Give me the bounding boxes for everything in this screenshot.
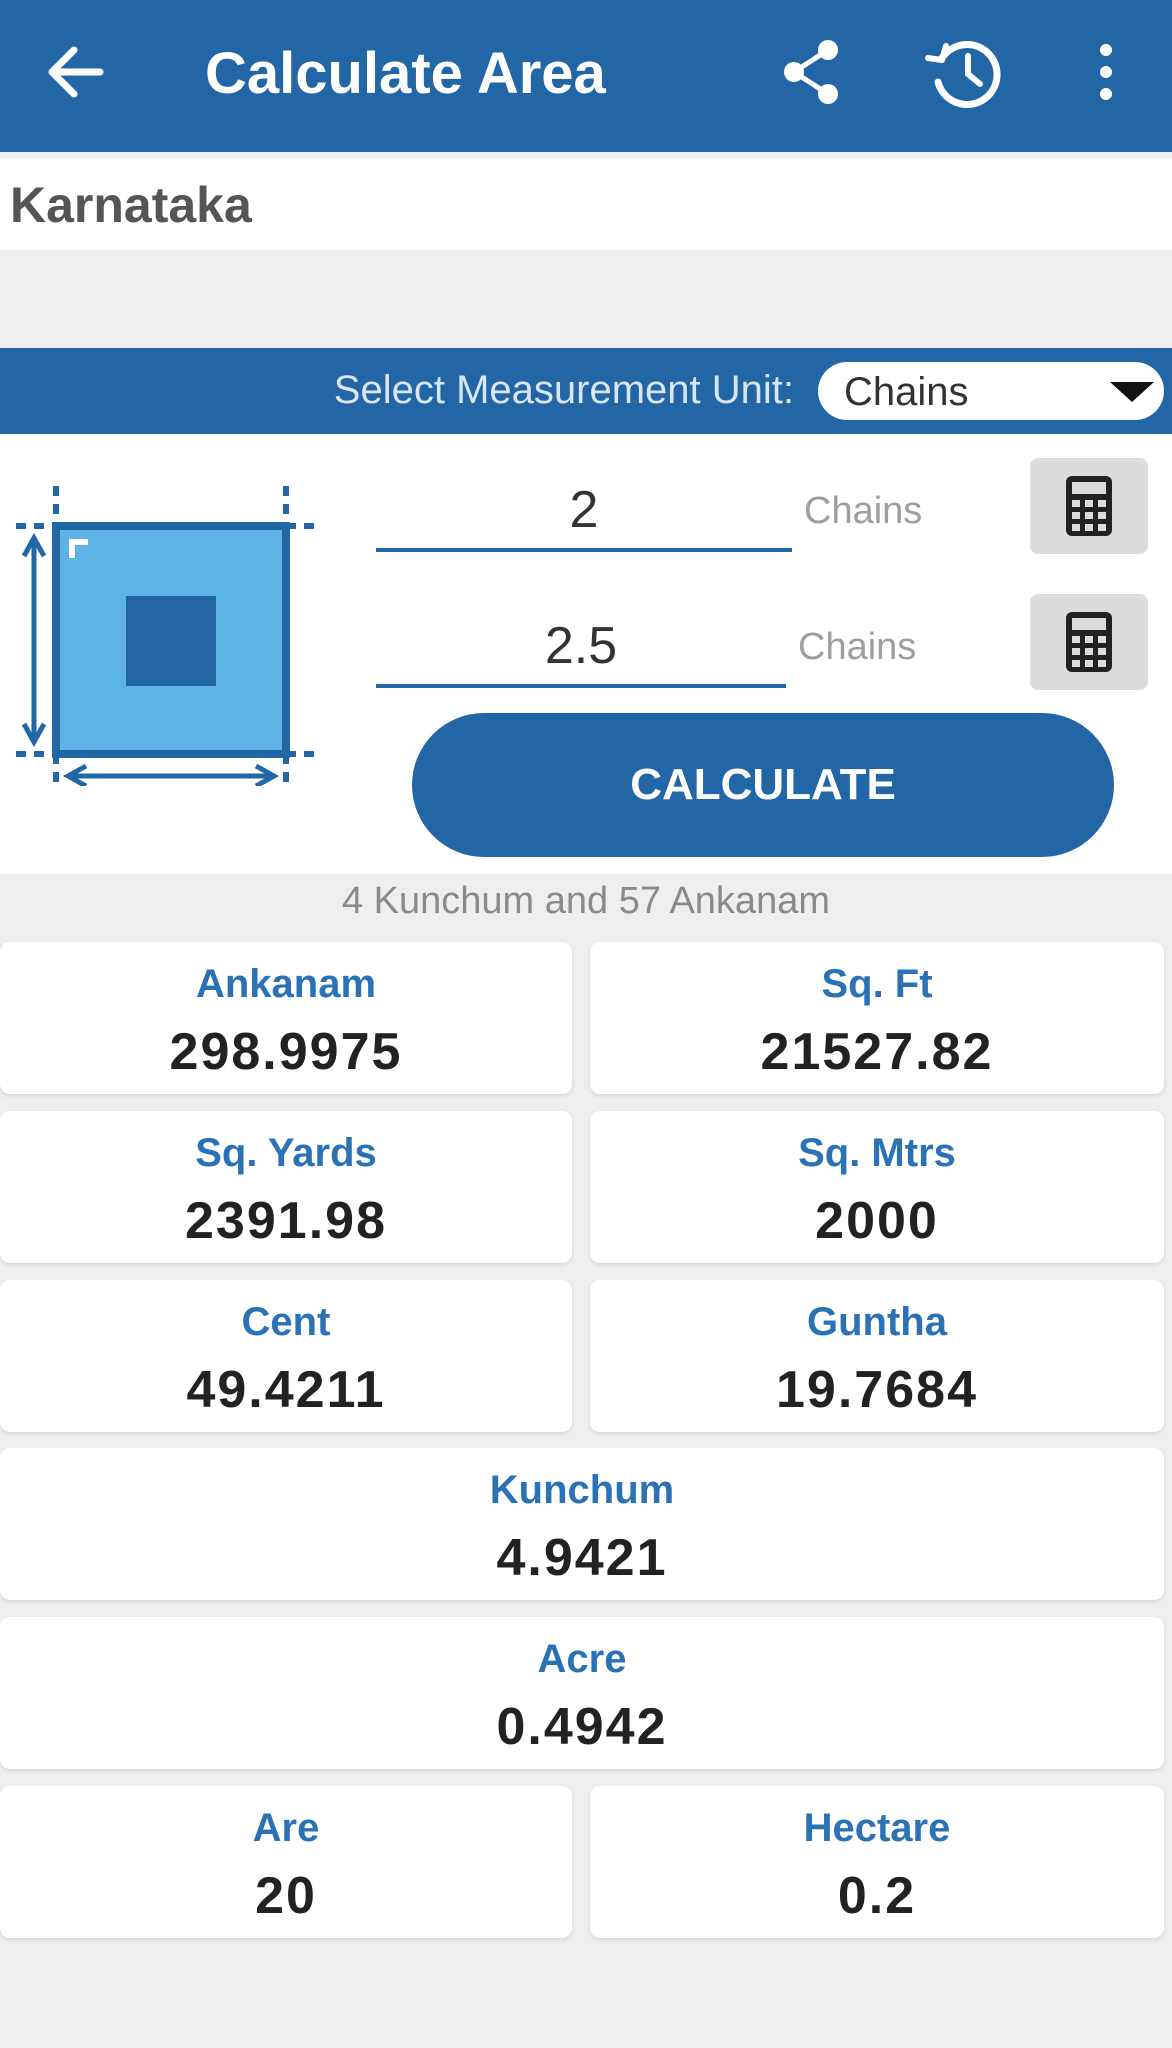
result-card-are: Are 20 xyxy=(0,1786,572,1938)
result-value: 2000 xyxy=(815,1192,939,1250)
result-card-cent: Cent 49.4211 xyxy=(0,1280,572,1432)
result-value: 0.4942 xyxy=(496,1698,668,1756)
app-bar: Calculate Area xyxy=(0,0,1172,152)
share-icon[interactable] xyxy=(776,36,848,108)
unit-dropdown[interactable]: Chains xyxy=(818,362,1164,420)
state-selector[interactable]: Karnataka xyxy=(0,158,1172,250)
state-label: Karnataka xyxy=(10,177,252,233)
width-calculator-button[interactable] xyxy=(1030,594,1148,690)
calculator-icon xyxy=(1064,474,1114,538)
length-input-underline xyxy=(376,548,792,552)
result-value: 19.7684 xyxy=(776,1361,978,1419)
width-input-underline xyxy=(376,684,786,688)
length-input[interactable]: 2 xyxy=(378,480,790,540)
result-card-guntha: Guntha 19.7684 xyxy=(590,1280,1164,1432)
dropdown-arrow-icon xyxy=(1110,382,1154,402)
width-input[interactable]: 2.5 xyxy=(378,616,784,676)
unit-label: Select Measurement Unit: xyxy=(333,368,794,412)
result-label: Sq. Mtrs xyxy=(798,1131,956,1175)
result-card-hectare: Hectare 0.2 xyxy=(590,1786,1164,1938)
result-card-sqft: Sq. Ft 21527.82 xyxy=(590,942,1164,1094)
more-vert-icon[interactable] xyxy=(1086,36,1126,108)
unit-dropdown-value: Chains xyxy=(844,370,969,414)
result-value: 2391.98 xyxy=(185,1192,387,1250)
result-value: 49.4211 xyxy=(186,1361,386,1419)
calculate-button[interactable]: CALCULATE xyxy=(412,713,1114,857)
rectangle-dimension-icon xyxy=(16,486,326,789)
result-label: Kunchum xyxy=(489,1468,675,1512)
result-card-kunchum: Kunchum 4.9421 xyxy=(0,1448,1164,1600)
result-value: 20 xyxy=(255,1867,317,1925)
result-card-acre: Acre 0.4942 xyxy=(0,1617,1164,1769)
result-label: Are xyxy=(252,1806,320,1850)
result-value: 21527.82 xyxy=(760,1023,994,1081)
result-label: Sq. Ft xyxy=(821,962,933,1006)
result-value: 0.2 xyxy=(837,1867,917,1925)
result-value: 4.9421 xyxy=(496,1529,668,1587)
width-unit-label: Chains xyxy=(798,626,917,668)
page-title: Calculate Area xyxy=(205,41,606,106)
result-summary: 4 Kunchum and 57 Ankanam xyxy=(341,880,830,922)
back-arrow-icon[interactable] xyxy=(40,36,112,108)
result-value: 298.9975 xyxy=(169,1023,403,1081)
result-label: Sq. Yards xyxy=(195,1131,377,1175)
result-label: Ankanam xyxy=(195,962,377,1006)
result-card-sqmtrs: Sq. Mtrs 2000 xyxy=(590,1111,1164,1263)
length-unit-label: Chains xyxy=(804,490,923,532)
result-card-sqyards: Sq. Yards 2391.98 xyxy=(0,1111,572,1263)
history-icon[interactable] xyxy=(922,30,1008,116)
result-label: Acre xyxy=(537,1637,627,1681)
calculator-icon xyxy=(1064,610,1114,674)
result-card-ankanam: Ankanam 298.9975 xyxy=(0,942,572,1094)
result-label: Guntha xyxy=(807,1300,947,1344)
length-calculator-button[interactable] xyxy=(1030,458,1148,554)
result-label: Cent xyxy=(241,1300,331,1344)
result-label: Hectare xyxy=(803,1806,951,1850)
